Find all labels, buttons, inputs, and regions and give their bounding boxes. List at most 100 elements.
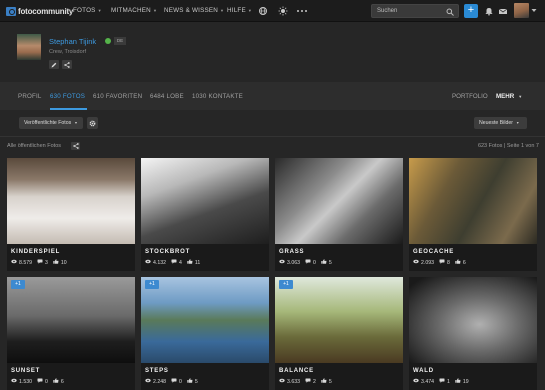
thumbs-up-icon <box>187 259 193 266</box>
comments-count: 0 <box>178 378 182 385</box>
published-select-label: Veröffentlichte Fotos <box>24 120 72 126</box>
profile-avatar[interactable] <box>17 34 41 60</box>
photo-thumbnail[interactable] <box>141 158 269 244</box>
comment-icon <box>305 259 311 266</box>
likes-count: 6 <box>60 378 64 385</box>
published-photos-select[interactable]: Veröffentlichte Fotos ▼ <box>19 117 83 129</box>
photo-stats: 3.633 2 5 <box>279 378 332 385</box>
fav-badge: +1 <box>279 280 293 289</box>
comment-icon <box>171 259 177 266</box>
nav-news-wissen[interactable]: NEWS & WISSEN ▼ <box>164 7 224 14</box>
search-input[interactable]: Suchen <box>371 4 459 18</box>
photo-thumbnail[interactable] <box>275 158 403 244</box>
eye-icon <box>279 378 285 385</box>
sort-select[interactable]: Neueste Bilder ▼ <box>474 117 527 129</box>
nav-fotos-label: FOTOS <box>73 7 96 14</box>
photo-stats: 2.093 8 6 <box>413 259 466 266</box>
eye-icon <box>279 259 285 266</box>
thumbs-up-icon <box>321 378 327 385</box>
globe-icon[interactable] <box>258 6 268 16</box>
likes-count: 6 <box>462 259 466 266</box>
photo-card[interactable]: +1 BALANCE 3.633 2 5 <box>275 277 403 390</box>
comment-icon <box>171 378 177 385</box>
gear-icon <box>89 120 96 126</box>
share-profile-button[interactable] <box>62 60 72 69</box>
mail-icon[interactable] <box>498 6 508 16</box>
share-icon <box>72 143 79 149</box>
photo-thumbnail[interactable] <box>275 277 403 363</box>
views-count: 2.093 <box>421 259 434 266</box>
nav-mitmachen[interactable]: MITMACHEN ▼ <box>111 7 157 14</box>
comments-count: 0 <box>44 378 48 385</box>
tab-lobe[interactable]: 6484 LOBE <box>150 93 184 100</box>
comments-count: 2 <box>312 378 316 385</box>
photo-title[interactable]: GEOCACHE <box>413 249 454 255</box>
photo-thumbnail[interactable] <box>7 277 135 363</box>
photo-thumbnail[interactable] <box>7 158 135 244</box>
settings-button[interactable] <box>87 117 98 129</box>
share-gallery-button[interactable] <box>71 142 80 150</box>
photo-card[interactable]: STOCKBROT 4.132 4 11 <box>141 158 269 271</box>
fotocommunity-logo[interactable]: fotocommunity <box>6 6 73 16</box>
photo-title[interactable]: WALD <box>413 368 434 374</box>
tab-favoriten[interactable]: 610 FAVORITEN <box>93 93 142 100</box>
photo-card[interactable]: GRASS 3.063 0 5 <box>275 158 403 271</box>
comments-count: 3 <box>44 259 48 266</box>
comments-count: 1 <box>446 378 450 385</box>
chevron-down-icon: ▼ <box>97 8 102 13</box>
photo-title[interactable]: GRASS <box>279 249 304 255</box>
tab-kontakte[interactable]: 1030 KONTAKTE <box>192 93 243 100</box>
photo-card[interactable]: +1 STEPS 2.248 0 5 <box>141 277 269 390</box>
views-count: 3.633 <box>287 378 300 385</box>
photo-thumbnail[interactable] <box>409 158 537 244</box>
photo-title[interactable]: STOCKBROT <box>145 249 190 255</box>
pencil-icon <box>51 62 57 67</box>
photo-stats: 4.132 4 11 <box>145 259 200 266</box>
bell-icon[interactable] <box>484 6 494 16</box>
brightness-icon[interactable] <box>278 6 288 16</box>
photo-title[interactable]: KINDERSPIEL <box>11 249 60 255</box>
nav-hilfe[interactable]: HILFE ▼ <box>227 7 252 14</box>
more-dots-icon[interactable] <box>296 6 307 16</box>
upload-plus-button[interactable]: + <box>464 4 478 18</box>
user-avatar[interactable] <box>514 3 529 18</box>
fav-badge: +1 <box>145 280 159 289</box>
photo-card[interactable]: KINDERSPIEL 8.579 3 10 <box>7 158 135 271</box>
photo-count-text: 623 Fotos | Seite 1 von 7 <box>477 143 539 149</box>
photo-thumbnail[interactable] <box>141 277 269 363</box>
nav-fotos[interactable]: FOTOS ▼ <box>73 7 102 14</box>
views-count: 3.474 <box>421 378 434 385</box>
thumbs-up-icon <box>455 378 461 385</box>
photo-stats: 3.474 1 19 <box>413 378 469 385</box>
nav-hilfe-label: HILFE <box>227 7 246 14</box>
tab-portfolio[interactable]: PORTFOLIO <box>452 93 488 100</box>
photo-card[interactable]: GEOCACHE 2.093 8 6 <box>409 158 537 271</box>
thumbs-up-icon <box>53 378 59 385</box>
camera-logo-icon <box>6 6 16 16</box>
comment-icon <box>305 378 311 385</box>
eye-icon <box>413 378 419 385</box>
photo-title[interactable]: SUNSET <box>11 368 40 374</box>
photo-thumbnail[interactable] <box>409 277 537 363</box>
search-placeholder: Suchen <box>377 8 398 14</box>
share-icon <box>64 61 70 68</box>
views-count: 3.063 <box>287 259 300 266</box>
divider <box>0 136 545 137</box>
comment-icon <box>37 259 43 266</box>
views-count: 8.579 <box>19 259 32 266</box>
photo-title[interactable]: STEPS <box>145 368 169 374</box>
chevron-down-icon: ▼ <box>152 8 158 13</box>
photo-card[interactable]: WALD 3.474 1 19 <box>409 277 537 390</box>
thumbs-up-icon <box>53 259 59 266</box>
tab-fotos[interactable]: 630 FOTOS <box>50 93 85 100</box>
photo-title[interactable]: BALANCE <box>279 368 314 374</box>
tab-profil[interactable]: PROFIL <box>18 93 42 100</box>
tab-more[interactable]: MEHR ▼ <box>496 93 522 100</box>
profile-name[interactable]: Stephan Tijink <box>49 37 96 46</box>
chevron-down-icon[interactable] <box>531 8 541 18</box>
edit-profile-button[interactable] <box>49 60 59 69</box>
comments-count: 0 <box>312 259 316 266</box>
photo-card[interactable]: +1 SUNSET 1.530 0 6 <box>7 277 135 390</box>
eye-icon <box>11 378 17 385</box>
chevron-down-icon: ▼ <box>74 121 78 125</box>
